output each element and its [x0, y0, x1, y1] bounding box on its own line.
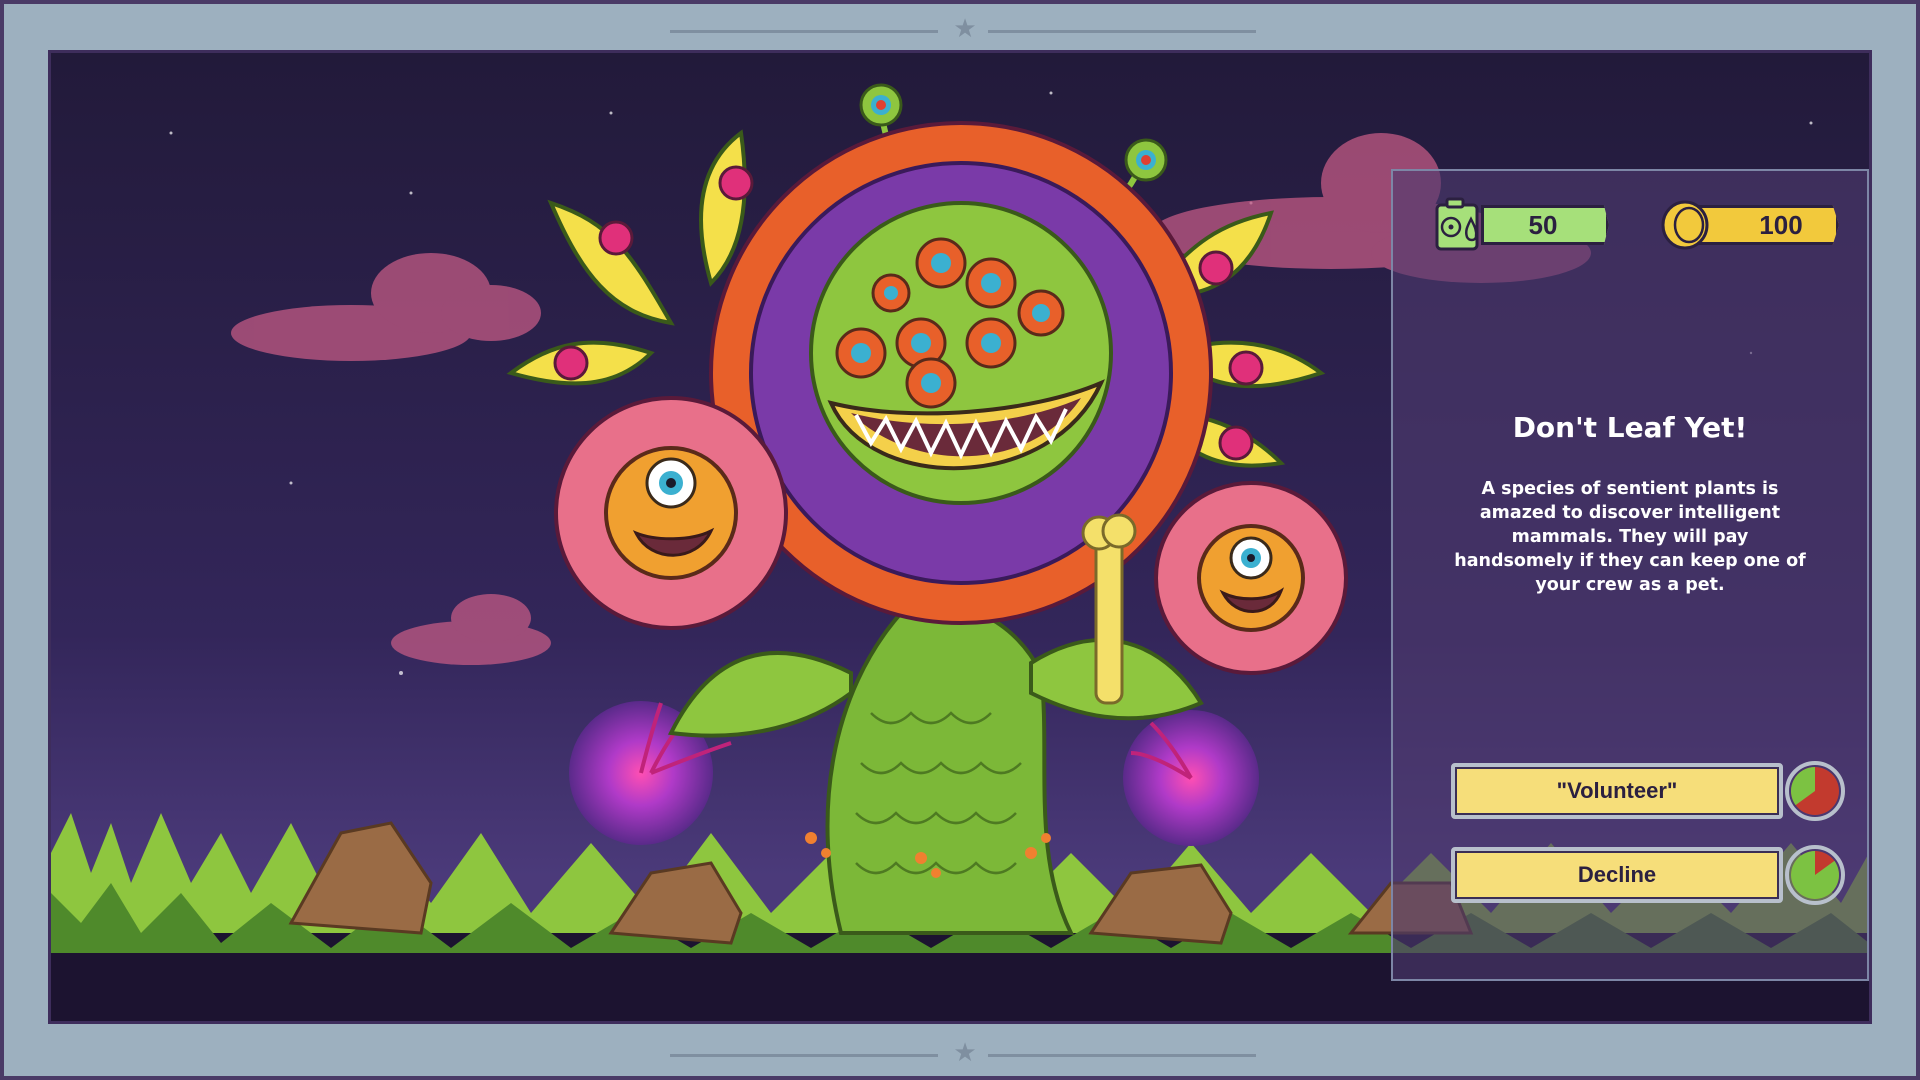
- top-divider-left: [670, 30, 938, 33]
- bottom-star-icon: ★: [953, 1038, 977, 1068]
- coin-icon: [1659, 199, 1711, 251]
- decline-odds-pie: [1785, 845, 1845, 905]
- bottom-divider-right: [988, 1054, 1256, 1057]
- volunteer-odds-pie-chart: [1791, 767, 1839, 815]
- decline-odds-pie-chart: [1791, 851, 1839, 899]
- fuel-value: 50: [1528, 210, 1558, 240]
- top-star-icon: ★: [953, 14, 977, 44]
- event-panel: 50 100 Don't Leaf Yet! A species of sent…: [1391, 169, 1869, 981]
- event-scene: 50 100 Don't Leaf Yet! A species of sent…: [48, 50, 1872, 1024]
- decline-button[interactable]: Decline: [1451, 847, 1783, 903]
- fuel-resource: 50: [1433, 197, 1609, 251]
- fuel-canister-icon: [1433, 197, 1485, 253]
- event-title: Don't Leaf Yet!: [1512, 411, 1748, 444]
- event-description: A species of sentient plants is amazed t…: [1454, 479, 1806, 595]
- volunteer-odds-pie: [1785, 761, 1845, 821]
- volunteer-button[interactable]: "Volunteer": [1451, 763, 1783, 819]
- credits-value: 100: [1759, 210, 1803, 240]
- bottom-divider-left: [670, 1054, 938, 1057]
- credits-resource: 100: [1661, 200, 1839, 250]
- top-divider-right: [988, 30, 1256, 33]
